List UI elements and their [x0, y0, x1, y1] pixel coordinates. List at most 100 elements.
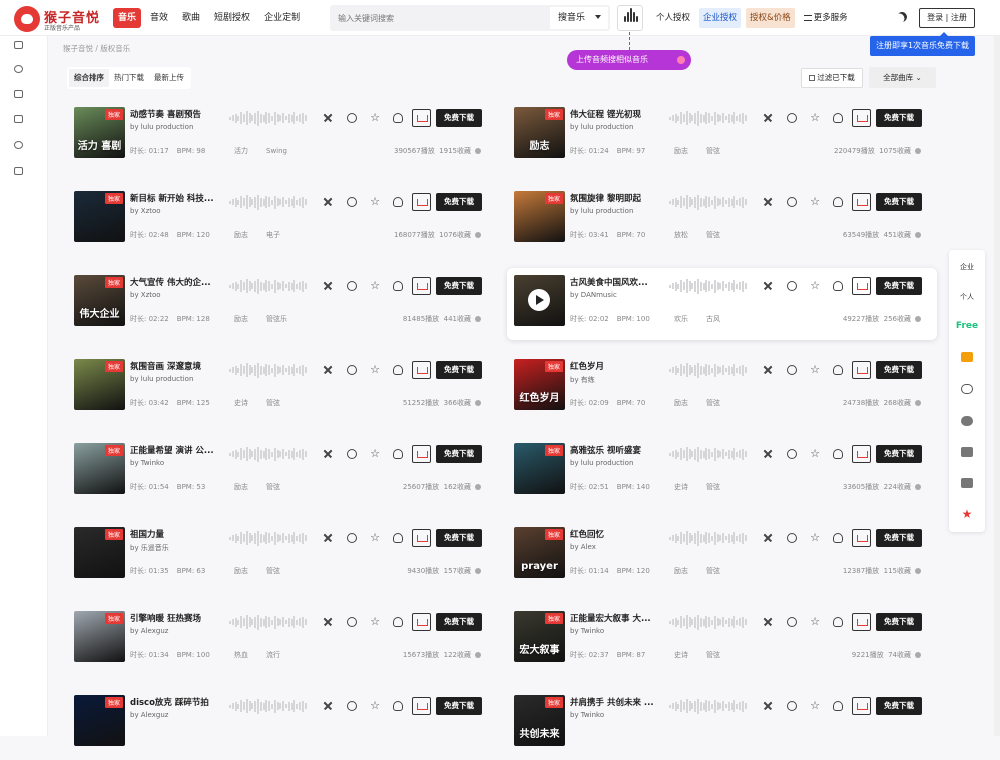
tag[interactable]: Swing: [266, 147, 287, 155]
free-download-button[interactable]: 免费下载: [876, 613, 922, 631]
cloud-download-icon[interactable]: [833, 197, 843, 207]
tag[interactable]: 电子: [266, 231, 280, 239]
free-download-button[interactable]: 免费下载: [436, 277, 482, 295]
free-download-button[interactable]: 免费下载: [876, 193, 922, 211]
dark-mode-icon[interactable]: [895, 10, 909, 24]
track-cover[interactable]: 独家: [74, 191, 125, 242]
star-icon[interactable]: ☆: [370, 616, 380, 627]
pricing-link[interactable]: 授权&价格: [746, 8, 795, 28]
link-icon[interactable]: [347, 701, 357, 711]
free-download-button[interactable]: 免费下载: [436, 361, 482, 379]
waveform[interactable]: [669, 110, 747, 126]
track-card[interactable]: 独家 高雅弦乐 视听盛宴 by lulu production 时长: 02:51 BP…: [507, 436, 937, 508]
tag[interactable]: 古风: [706, 315, 720, 323]
cart-button[interactable]: [412, 361, 431, 379]
tag[interactable]: 热血: [234, 651, 248, 659]
link-icon[interactable]: [787, 197, 797, 207]
track-author[interactable]: by Xztoo: [130, 207, 161, 215]
personal-shortcut[interactable]: 个人: [949, 292, 985, 302]
track-cover[interactable]: 独家: [74, 359, 125, 410]
waveform[interactable]: [229, 614, 307, 630]
waveform[interactable]: [669, 698, 747, 714]
star-icon[interactable]: ☆: [810, 700, 820, 711]
track-title[interactable]: 高雅弦乐 视听盛宴: [570, 444, 665, 456]
cart-button[interactable]: [412, 109, 431, 127]
nav-enterprise-custom[interactable]: 企业定制: [259, 8, 305, 28]
tag[interactable]: 管弦: [706, 231, 720, 239]
track-title[interactable]: 并肩携手 共创未来 ...: [570, 696, 665, 708]
tag[interactable]: 管弦: [266, 567, 280, 575]
cloud-download-icon[interactable]: [833, 701, 843, 711]
free-download-button[interactable]: 免费下载: [436, 529, 482, 547]
nav-short-drama[interactable]: 短剧授权: [209, 8, 255, 28]
free-shortcut[interactable]: Free: [949, 321, 985, 331]
track-author[interactable]: by lulu production: [570, 123, 633, 131]
scissors-icon[interactable]: [763, 701, 773, 711]
tag[interactable]: 励志: [234, 483, 248, 491]
track-card[interactable]: 独家 disco放克 踩碎节拍 by Alexguz ☆ 免费下载: [67, 688, 497, 760]
cart-button[interactable]: [852, 529, 871, 547]
track-author[interactable]: by Twinko: [570, 627, 604, 635]
cart-button[interactable]: [412, 445, 431, 463]
tag[interactable]: 励志: [674, 567, 688, 575]
free-download-button[interactable]: 免费下载: [876, 529, 922, 547]
scissors-icon[interactable]: [323, 701, 333, 711]
track-title[interactable]: 古风美食中国风欢...: [570, 276, 665, 288]
waveform[interactable]: [229, 110, 307, 126]
headset-icon[interactable]: [961, 384, 973, 394]
tag[interactable]: 励志: [674, 147, 688, 155]
library-select[interactable]: 全部曲库 ⌄: [869, 67, 936, 88]
free-download-button[interactable]: 免费下载: [436, 445, 482, 463]
cart-button[interactable]: [412, 697, 431, 715]
free-download-button[interactable]: 免费下载: [436, 109, 482, 127]
track-author[interactable]: by Twinko: [570, 711, 604, 719]
card-icon[interactable]: [14, 115, 23, 123]
star-icon[interactable]: ☆: [810, 448, 820, 459]
tag[interactable]: 史诗: [234, 399, 248, 407]
scissors-icon[interactable]: [323, 365, 333, 375]
grid-icon[interactable]: [14, 90, 23, 98]
enterprise-license-link[interactable]: 企业授权: [699, 8, 742, 28]
waveform[interactable]: [229, 530, 307, 546]
track-cover[interactable]: 独家 伟大企业: [74, 275, 125, 326]
user-service-icon[interactable]: [961, 416, 973, 426]
waveform[interactable]: [669, 530, 747, 546]
tag[interactable]: 管弦乐: [266, 315, 287, 323]
waveform[interactable]: [669, 362, 747, 378]
free-download-button[interactable]: 免费下载: [436, 193, 482, 211]
personal-license-link[interactable]: 个人授权: [652, 8, 694, 28]
scissors-icon[interactable]: [763, 281, 773, 291]
link-icon[interactable]: [347, 533, 357, 543]
star-icon[interactable]: ☆: [810, 196, 820, 207]
scissors-icon[interactable]: [323, 617, 333, 627]
cart-button[interactable]: [852, 361, 871, 379]
scissors-icon[interactable]: [763, 449, 773, 459]
cart-button[interactable]: [412, 613, 431, 631]
cart-button[interactable]: [852, 697, 871, 715]
cloud-download-icon[interactable]: [833, 533, 843, 543]
nav-music[interactable]: 音乐: [113, 8, 142, 28]
cart-button[interactable]: [412, 529, 431, 547]
track-cover[interactable]: 独家: [514, 191, 565, 242]
scissors-icon[interactable]: [323, 281, 333, 291]
scrollbar[interactable]: [994, 36, 1000, 736]
track-card[interactable]: 独家 红色岁月 红色岁月 by 有练 时长: 02:09 BPM: 70 励志 管弦 24738…: [507, 352, 937, 424]
tag[interactable]: 流行: [266, 651, 280, 659]
track-card[interactable]: 独家 氛围音画 深邃意境 by lulu production 时长: 03:42 BP…: [67, 352, 497, 424]
gift-icon[interactable]: [961, 352, 973, 362]
more-services-link[interactable]: 更多服务: [800, 8, 852, 28]
link-icon[interactable]: [347, 281, 357, 291]
track-author[interactable]: by DANmusic: [570, 291, 617, 299]
scissors-icon[interactable]: [763, 365, 773, 375]
link-icon[interactable]: [787, 365, 797, 375]
track-title[interactable]: 红色岁月: [570, 360, 665, 372]
clock-icon[interactable]: [14, 141, 23, 149]
waveform[interactable]: [669, 614, 747, 630]
track-title[interactable]: 祖国力量: [130, 528, 225, 540]
filter-downloaded-checkbox[interactable]: 过滤已下载: [801, 68, 863, 88]
track-card[interactable]: 独家 宏大叙事 正能量宏大叙事 大... by Twinko 时长: 02:37 BPM:…: [507, 604, 937, 676]
track-author[interactable]: by 有练: [570, 375, 595, 385]
cloud-download-icon[interactable]: [393, 449, 403, 459]
enterprise-shortcut[interactable]: 企业: [949, 262, 985, 272]
track-card[interactable]: 独家 新目标 新开始 科技... by Xztoo 时长: 02:48 BPM: 120…: [67, 184, 497, 256]
